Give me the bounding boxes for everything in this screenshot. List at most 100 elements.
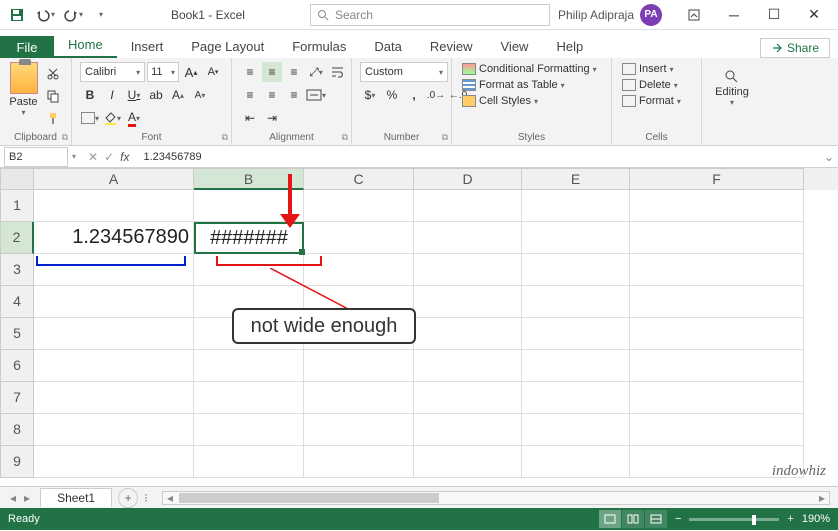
dialog-launcher[interactable]: ⧉ <box>222 132 228 143</box>
sheet-tab[interactable]: Sheet1 <box>40 488 112 507</box>
align-right-button[interactable]: ≡ <box>284 85 304 105</box>
zoom-out-button[interactable]: − <box>675 513 681 525</box>
page-layout-view-button[interactable] <box>622 510 644 528</box>
prev-sheet-button[interactable]: ◂ <box>10 491 16 505</box>
cell-c1[interactable] <box>304 190 414 222</box>
scrollbar-thumb[interactable] <box>179 493 439 503</box>
tab-help[interactable]: Help <box>542 35 597 58</box>
copy-button[interactable] <box>43 86 63 106</box>
cell-e6[interactable] <box>522 350 630 382</box>
orientation-button[interactable]: ⤢▾ <box>306 62 326 82</box>
decrease-indent-button[interactable]: ⇤ <box>240 108 260 128</box>
cell-f7[interactable] <box>630 382 804 414</box>
format-as-table-button[interactable]: Format as Table▾ <box>460 78 603 92</box>
fx-button[interactable]: fx <box>120 150 129 164</box>
align-middle-button[interactable]: ≡ <box>262 62 282 82</box>
grow-font-button[interactable]: A▴ <box>181 62 201 82</box>
row-header[interactable]: 7 <box>0 382 34 414</box>
increase-decimal-button[interactable]: .0→ <box>426 85 446 105</box>
tab-insert[interactable]: Insert <box>117 35 178 58</box>
name-box[interactable]: B2 <box>4 147 68 167</box>
cell-f4[interactable] <box>630 286 804 318</box>
cell-d9[interactable] <box>414 446 522 478</box>
insert-cells-button[interactable]: Insert▾ <box>620 62 693 76</box>
increase-font-button[interactable]: A▴ <box>168 85 188 105</box>
cell-d6[interactable] <box>414 350 522 382</box>
dialog-launcher[interactable]: ⧉ <box>342 132 348 143</box>
normal-view-button[interactable] <box>599 510 621 528</box>
bold-button[interactable]: B <box>80 85 100 105</box>
cell-f8[interactable] <box>630 414 804 446</box>
tab-review[interactable]: Review <box>416 35 487 58</box>
merge-button[interactable]: ▾ <box>306 85 326 105</box>
align-top-button[interactable]: ≡ <box>240 62 260 82</box>
cell-a4[interactable] <box>34 286 194 318</box>
row-header[interactable]: 1 <box>0 190 34 222</box>
cell-f5[interactable] <box>630 318 804 350</box>
col-header-c[interactable]: C <box>304 168 414 190</box>
paste-button[interactable]: Paste▾ <box>8 62 39 130</box>
number-format-select[interactable]: Custom▾ <box>360 62 448 82</box>
tab-file[interactable]: File <box>0 36 54 58</box>
row-header[interactable]: 2 <box>0 222 34 254</box>
cell-d4[interactable] <box>414 286 522 318</box>
font-size-select[interactable]: 11▾ <box>147 62 179 82</box>
share-button[interactable]: Share <box>760 38 830 58</box>
cell-b7[interactable] <box>194 382 304 414</box>
increase-indent-button[interactable]: ⇥ <box>262 108 282 128</box>
cell-e8[interactable] <box>522 414 630 446</box>
undo-button[interactable]: ▾ <box>32 2 58 28</box>
cell-a2[interactable]: 1.234567890 <box>34 222 194 254</box>
shrink-font-button[interactable]: A▾ <box>203 62 223 82</box>
align-bottom-button[interactable]: ≡ <box>284 62 304 82</box>
search-input[interactable]: Search <box>310 4 550 26</box>
format-cells-button[interactable]: Format▾ <box>620 94 693 108</box>
enter-formula-icon[interactable]: ✓ <box>104 150 114 164</box>
double-underline-button[interactable]: ab <box>146 85 166 105</box>
next-sheet-button[interactable]: ▸ <box>24 491 30 505</box>
ribbon-display-button[interactable] <box>674 1 714 29</box>
cell-c9[interactable] <box>304 446 414 478</box>
cell-d7[interactable] <box>414 382 522 414</box>
horizontal-scrollbar[interactable]: ◂ ▸ <box>162 491 830 505</box>
tab-home[interactable]: Home <box>54 33 117 58</box>
delete-cells-button[interactable]: Delete▾ <box>620 78 693 92</box>
comma-button[interactable]: , <box>404 85 424 105</box>
align-center-button[interactable]: ≡ <box>262 85 282 105</box>
add-sheet-button[interactable]: + <box>118 488 138 508</box>
cell-e7[interactable] <box>522 382 630 414</box>
cell-styles-button[interactable]: Cell Styles▾ <box>460 94 603 108</box>
fill-color-button[interactable]: ▾ <box>102 108 122 128</box>
col-header-e[interactable]: E <box>522 168 630 190</box>
cell-b6[interactable] <box>194 350 304 382</box>
cell-c6[interactable] <box>304 350 414 382</box>
col-header-f[interactable]: F <box>630 168 804 190</box>
format-painter-button[interactable] <box>43 108 63 128</box>
percent-button[interactable]: % <box>382 85 402 105</box>
align-left-button[interactable]: ≡ <box>240 85 260 105</box>
close-button[interactable]: ✕ <box>794 1 834 29</box>
row-header[interactable]: 8 <box>0 414 34 446</box>
cell-a8[interactable] <box>34 414 194 446</box>
decrease-font-button[interactable]: A▾ <box>190 85 210 105</box>
row-header[interactable]: 4 <box>0 286 34 318</box>
row-header[interactable]: 6 <box>0 350 34 382</box>
italic-button[interactable]: I <box>102 85 122 105</box>
cell-e1[interactable] <box>522 190 630 222</box>
cell-f3[interactable] <box>630 254 804 286</box>
cell-f2[interactable] <box>630 222 804 254</box>
cell-a7[interactable] <box>34 382 194 414</box>
cell-f6[interactable] <box>630 350 804 382</box>
cell-b9[interactable] <box>194 446 304 478</box>
editing-button[interactable]: Editing▾ <box>710 62 754 107</box>
row-header[interactable]: 5 <box>0 318 34 350</box>
wrap-text-button[interactable] <box>328 62 348 82</box>
cell-e5[interactable] <box>522 318 630 350</box>
row-header[interactable]: 3 <box>0 254 34 286</box>
cell-c7[interactable] <box>304 382 414 414</box>
page-break-view-button[interactable] <box>645 510 667 528</box>
save-button[interactable] <box>4 2 30 28</box>
maximize-button[interactable]: ☐ <box>754 1 794 29</box>
expand-formula-bar[interactable]: ⌄ <box>820 150 838 164</box>
cell-c8[interactable] <box>304 414 414 446</box>
